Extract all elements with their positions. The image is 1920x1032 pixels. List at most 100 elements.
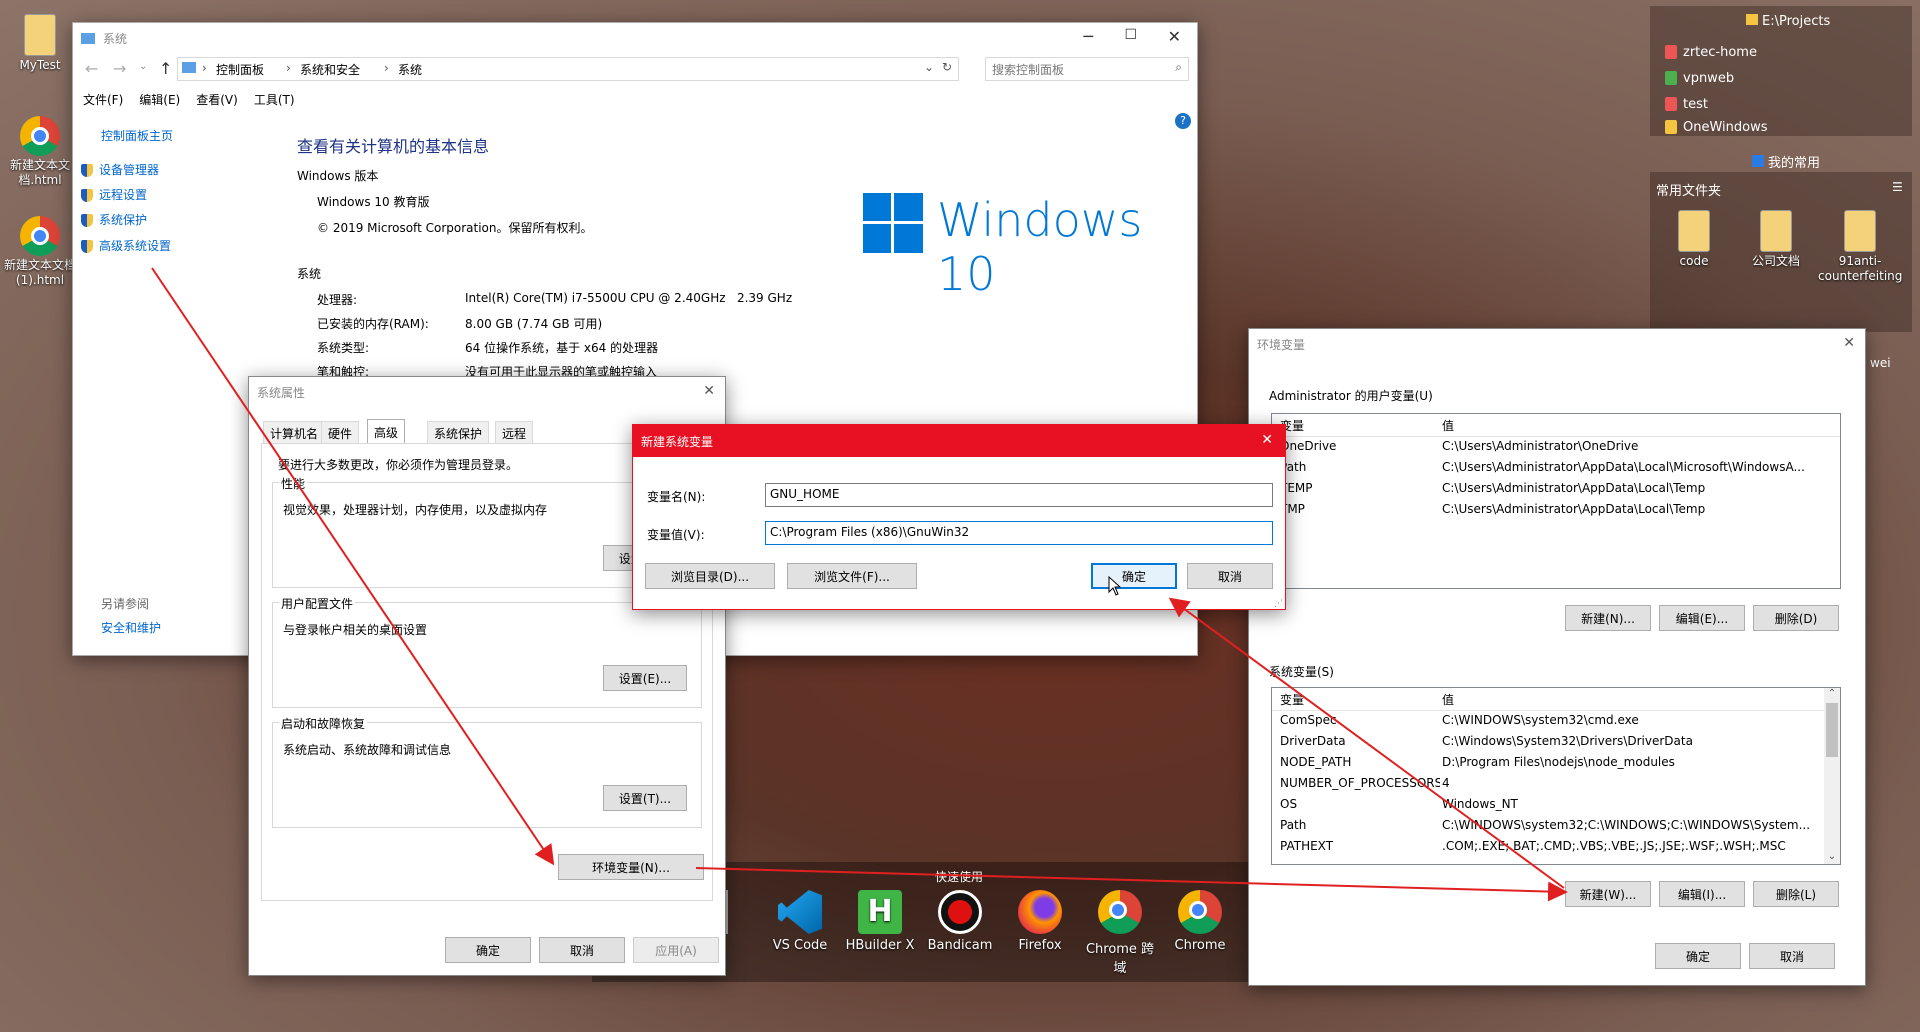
variable-name-label: 变量名(N): xyxy=(647,490,706,504)
help-icon[interactable]: ? xyxy=(1175,113,1191,129)
app-bandicam[interactable]: Bandicam xyxy=(920,890,1000,953)
close-button[interactable]: ✕ xyxy=(703,383,715,399)
cancel-button[interactable]: 取消 xyxy=(1187,563,1273,589)
remote-settings-link[interactable]: 远程设置 xyxy=(81,186,147,203)
folder-91anti[interactable]: 91anti-counterfeiting xyxy=(1818,210,1902,284)
fence-item[interactable]: OneWindows xyxy=(1665,120,1768,134)
hbuilder-icon: H xyxy=(858,890,902,934)
resize-grip-icon[interactable]: ⋰ xyxy=(1274,599,1283,609)
tab-hardware[interactable]: 硬件 xyxy=(321,421,360,444)
cancel-button[interactable]: 取消 xyxy=(539,937,625,963)
apply-button[interactable]: 应用(A) xyxy=(633,937,719,963)
control-panel-home-link[interactable]: 控制面板主页 xyxy=(101,127,173,144)
close-button[interactable]: ✕ xyxy=(1261,432,1273,448)
menu-bar: 文件(F) 编辑(E) 查看(V) 工具(T) xyxy=(83,91,295,108)
user-new-button[interactable]: 新建(N)... xyxy=(1565,605,1651,631)
table-row[interactable]: ComSpec C:\WINDOWS\system32\cmd.exe xyxy=(1272,710,1840,731)
browse-file-button[interactable]: 浏览文件(F)... xyxy=(787,563,917,589)
menu-edit[interactable]: 编辑(E) xyxy=(139,91,180,108)
device-manager-link[interactable]: 设备管理器 xyxy=(81,161,159,178)
table-row[interactable]: OS Windows_NT xyxy=(1272,794,1840,815)
table-row[interactable]: NODE_PATH D:\Program Files\nodejs\node_mo… xyxy=(1272,752,1840,773)
title-bar: 系统属性 xyxy=(249,377,725,407)
minimize-button[interactable]: ─ xyxy=(1083,27,1093,46)
bandicam-icon xyxy=(938,890,982,934)
column-header-variable[interactable]: 变量 xyxy=(1280,691,1304,708)
scroll-down-icon[interactable]: ⌄ xyxy=(1824,851,1840,862)
recent-dropdown-icon[interactable]: ⌄ xyxy=(139,61,147,72)
table-row[interactable]: Path C:\Users\Administrator\AppData\Local… xyxy=(1272,457,1840,478)
scroll-up-icon[interactable]: ⌃ xyxy=(1824,688,1840,699)
tab-system-protection[interactable]: 系统保护 xyxy=(427,421,490,444)
fence-item[interactable]: zrtec-home xyxy=(1665,42,1757,62)
desktop-icon-html-2[interactable]: 新建文本文档 (1).html xyxy=(0,216,80,288)
table-row[interactable]: TEMP C:\Users\Administrator\AppData\Local… xyxy=(1272,478,1840,499)
cancel-button[interactable]: 取消 xyxy=(1749,943,1835,969)
table-row[interactable]: NUMBER_OF_PROCESSORS 4 xyxy=(1272,773,1840,794)
system-delete-button[interactable]: 删除(L) xyxy=(1753,881,1839,907)
shield-icon xyxy=(81,214,93,227)
refresh-icon[interactable]: ↻ xyxy=(942,60,952,74)
desktop-icon-html-1[interactable]: 新建文本文档.html xyxy=(0,116,80,188)
scrollbar-thumb[interactable] xyxy=(1826,703,1838,757)
security-maintenance-link[interactable]: 安全和维护 xyxy=(101,619,161,636)
browse-directory-button[interactable]: 浏览目录(D)... xyxy=(645,563,775,589)
fence-item[interactable]: test xyxy=(1665,94,1708,114)
tab-advanced[interactable]: 高级 xyxy=(367,419,406,444)
app-chrome-crossdomain[interactable]: Chrome 跨域 xyxy=(1080,890,1160,976)
folder-code[interactable]: code xyxy=(1654,210,1734,269)
scrollbar[interactable]: ⌃ ⌄ xyxy=(1824,688,1840,864)
column-header-value[interactable]: 值 xyxy=(1442,417,1454,434)
profile-settings-button[interactable]: 设置(E)... xyxy=(603,665,687,691)
ok-button[interactable]: 确定 xyxy=(445,937,531,963)
desktop-icon-mytest[interactable]: MyTest xyxy=(0,14,80,73)
up-icon[interactable]: ↑ xyxy=(159,59,172,78)
system-protection-link[interactable]: 系统保护 xyxy=(81,211,147,228)
menu-view[interactable]: 查看(V) xyxy=(196,91,238,108)
column-header-value[interactable]: 值 xyxy=(1442,691,1454,708)
user-delete-button[interactable]: 删除(D) xyxy=(1753,605,1839,631)
system-edit-button[interactable]: 编辑(I)... xyxy=(1659,881,1745,907)
table-row[interactable]: PATHEXT .COM;.EXE;.BAT;.CMD;.VBS;.VBE;.JS… xyxy=(1272,836,1840,857)
user-edit-button[interactable]: 编辑(E)... xyxy=(1659,605,1745,631)
address-bar[interactable]: › 控制面板 › 系统和安全 › 系统 ⌄ ↻ xyxy=(177,57,959,81)
spec-label: 已安装的内存(RAM): xyxy=(317,317,429,331)
close-button[interactable]: ✕ xyxy=(1168,27,1181,46)
menu-file[interactable]: 文件(F) xyxy=(83,91,123,108)
group-title: 启动和故障恢复 xyxy=(279,715,368,732)
variable-value-field[interactable]: C:\Program Files (x86)\GnuWin32 xyxy=(765,521,1273,545)
close-button[interactable]: ✕ xyxy=(1843,335,1855,351)
system-icon xyxy=(81,32,95,44)
variable-name-field[interactable]: GNU_HOME xyxy=(765,483,1273,507)
fence-item[interactable]: vpnweb xyxy=(1665,68,1734,88)
tab-remote[interactable]: 远程 xyxy=(495,421,534,444)
table-row[interactable]: Path C:\WINDOWS\system32;C:\WINDOWS;C:\WI… xyxy=(1272,815,1840,836)
project-icon xyxy=(1665,97,1677,111)
forward-icon[interactable]: → xyxy=(113,59,126,78)
breadcrumb-item[interactable]: 系统 xyxy=(398,61,422,78)
back-icon[interactable]: ← xyxy=(85,59,98,78)
table-row[interactable]: TMP C:\Users\Administrator\AppData\Local\… xyxy=(1272,499,1840,520)
advanced-system-settings-link[interactable]: 高级系统设置 xyxy=(81,237,171,254)
breadcrumb-item[interactable]: 系统和安全 xyxy=(300,61,360,78)
folder-company-docs[interactable]: 公司文档 xyxy=(1736,210,1816,269)
shield-icon xyxy=(81,164,93,177)
app-hbuilder[interactable]: H HBuilder X xyxy=(840,890,920,953)
breadcrumb-item[interactable]: 控制面板 xyxy=(216,61,264,78)
ok-button[interactable]: 确定 xyxy=(1655,943,1741,969)
startup-settings-button[interactable]: 设置(T)... xyxy=(603,785,687,811)
maximize-button[interactable]: ☐ xyxy=(1124,27,1137,43)
table-row[interactable]: OneDrive C:\Users\Administrator\OneDrive xyxy=(1272,436,1840,457)
app-firefox[interactable]: Firefox xyxy=(1000,890,1080,953)
fence-menu-icon[interactable]: ☰ xyxy=(1892,180,1903,194)
tab-computer-name[interactable]: 计算机名 xyxy=(263,421,326,444)
menu-tools[interactable]: 工具(T) xyxy=(254,91,295,108)
dropdown-icon[interactable]: ⌄ xyxy=(924,60,934,74)
app-vscode[interactable]: VS Code xyxy=(760,890,840,953)
app-chrome[interactable]: Chrome xyxy=(1160,890,1240,953)
table-row[interactable]: DriverData C:\Windows\System32\Drivers\Dr… xyxy=(1272,731,1840,752)
search-input[interactable]: 搜索控制面板 ⌕ xyxy=(985,57,1189,81)
environment-variables-button[interactable]: 环境变量(N)... xyxy=(558,854,704,880)
ok-button[interactable]: 确定 xyxy=(1091,563,1177,589)
system-new-button[interactable]: 新建(W)... xyxy=(1565,881,1651,907)
